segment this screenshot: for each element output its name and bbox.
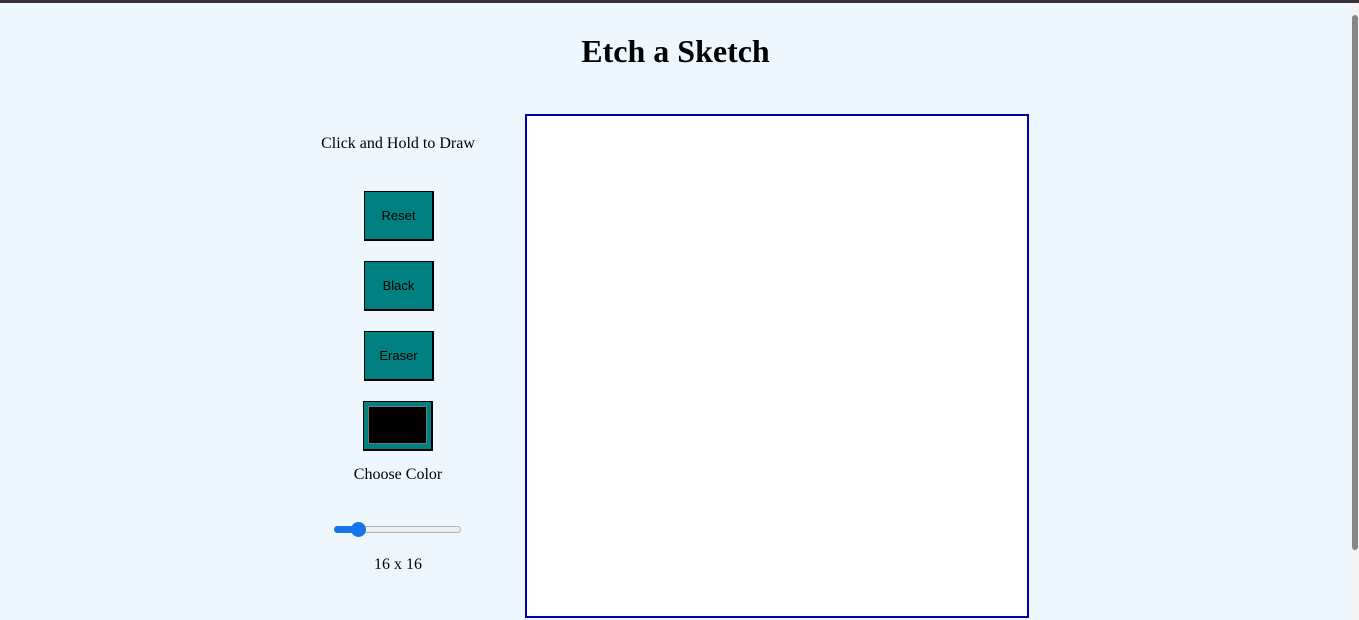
controls-panel: Click and Hold to Draw Reset Black Erase…: [298, 111, 498, 591]
black-button[interactable]: Black: [364, 261, 434, 311]
draw-instructions: Click and Hold to Draw: [321, 135, 475, 152]
page-title: Etch a Sketch: [581, 33, 770, 69]
selected-color-swatch: [368, 406, 427, 444]
color-picker[interactable]: [363, 401, 433, 451]
reset-button[interactable]: Reset: [364, 191, 434, 241]
sketch-board[interactable]: [525, 114, 1029, 618]
slider-thumb[interactable]: [351, 522, 366, 537]
grid-size-label: 16 x 16: [374, 556, 422, 573]
eraser-button[interactable]: Eraser: [364, 331, 434, 381]
grid-size-slider[interactable]: [334, 522, 462, 538]
scrollbar-thumb[interactable]: [1352, 15, 1358, 550]
choose-color-label: Choose Color: [353, 466, 443, 483]
vertical-scrollbar[interactable]: [1351, 3, 1359, 620]
page: Etch a Sketch Click and Hold to Draw Res…: [0, 3, 1351, 620]
